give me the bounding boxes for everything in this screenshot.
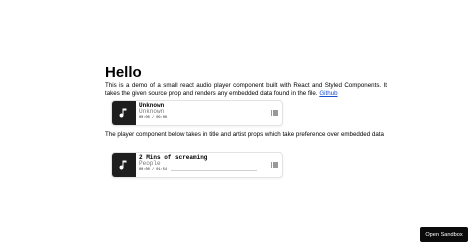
track-time: 00:00 / 01:54 — [139, 168, 168, 172]
second-paragraph: The player component below takes in titl… — [105, 131, 384, 138]
page-title: Hello — [105, 64, 142, 81]
track-info: 2 Mins of screaming People 00:00 / 01:54 — [139, 155, 257, 172]
track-artist: People — [139, 160, 161, 167]
album-art — [112, 101, 136, 125]
music-note-icon — [119, 160, 127, 170]
track-time: 00:00 / 00:00 — [139, 116, 168, 120]
open-sandbox-button[interactable]: Open Sandbox — [420, 227, 468, 242]
github-link[interactable]: Github — [319, 90, 337, 97]
page-content: Hello This is a demo of a small react au… — [105, 64, 387, 178]
track-artist: Unknown — [139, 108, 165, 115]
audio-player-1[interactable]: Unknown Unknown 00:00 / 00:00 — [111, 100, 283, 126]
intro-text: This is a demo of a small react audio pl… — [105, 82, 387, 97]
playlist-menu-icon[interactable] — [271, 162, 278, 168]
album-art — [112, 153, 136, 177]
playlist-menu-icon[interactable] — [271, 110, 278, 116]
track-info: Unknown Unknown 00:00 / 00:00 — [139, 103, 257, 121]
audio-player-2[interactable]: 2 Mins of screaming People 00:00 / 01:54 — [111, 152, 283, 178]
intro-paragraph: This is a demo of a small react audio pl… — [105, 82, 387, 98]
music-note-icon — [119, 108, 127, 118]
progress-bar[interactable] — [171, 169, 257, 171]
